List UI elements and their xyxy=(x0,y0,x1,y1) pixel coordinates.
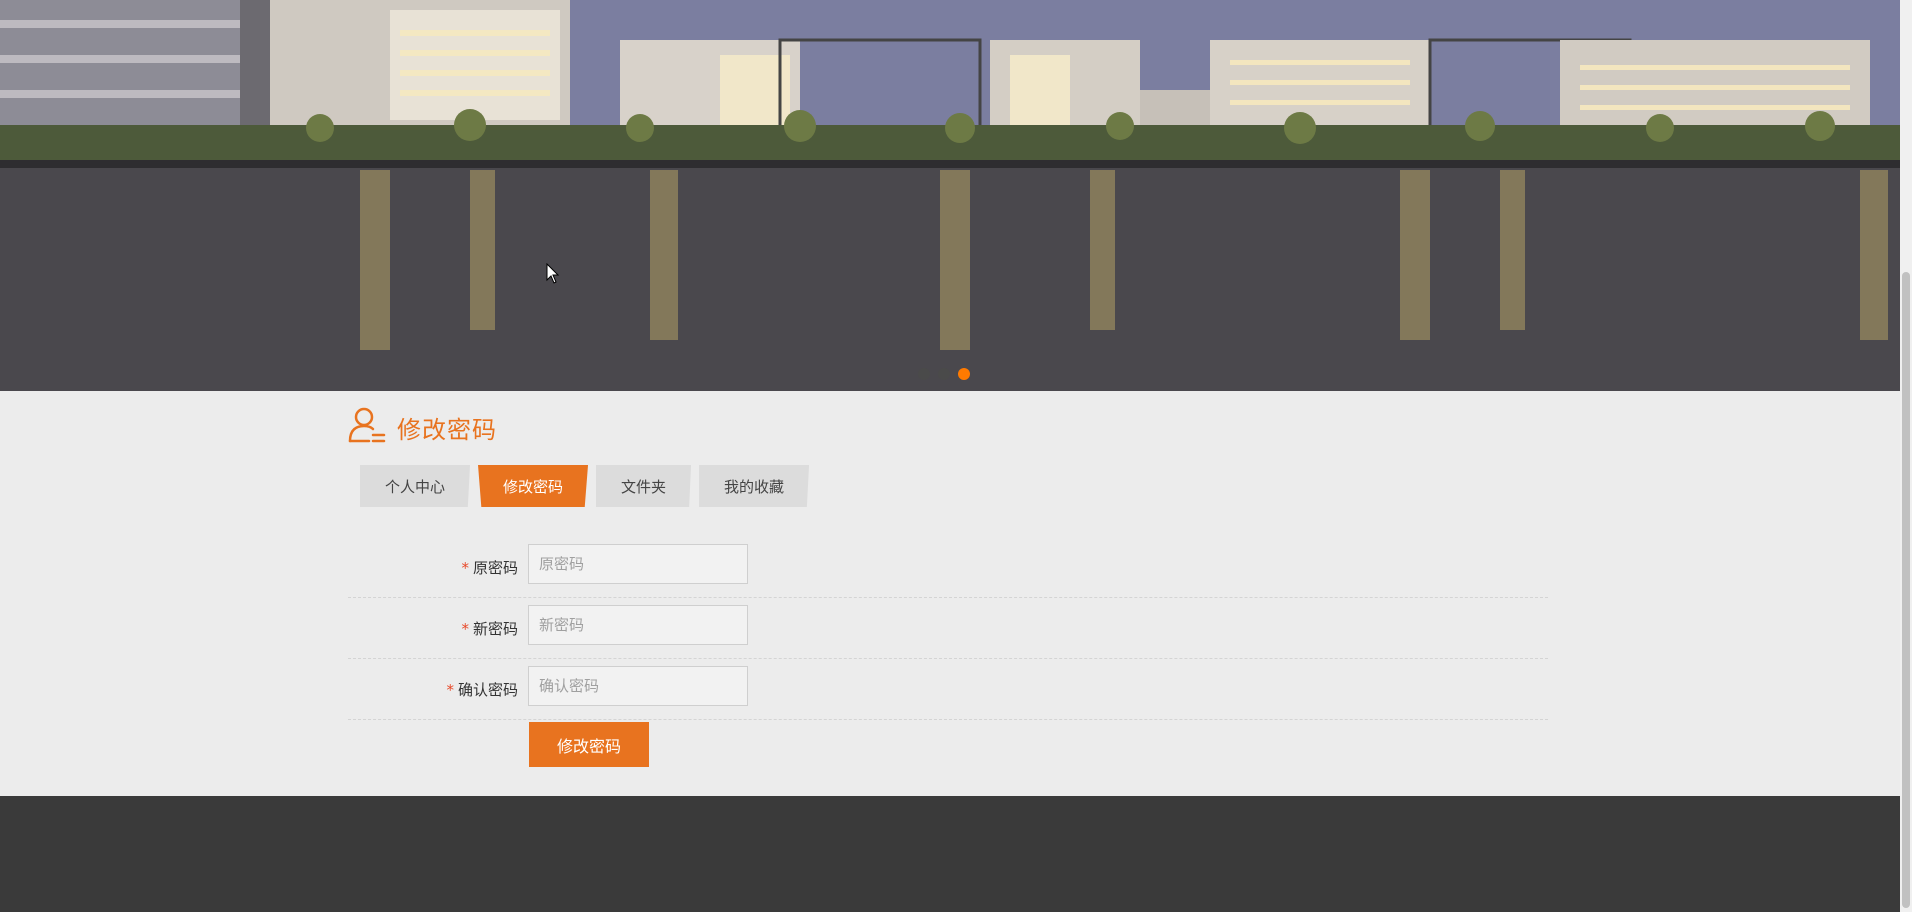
footer xyxy=(0,796,1900,912)
scrollbar-thumb[interactable] xyxy=(1902,272,1910,908)
required-mark: * xyxy=(461,620,469,638)
mouse-cursor-icon xyxy=(546,262,560,289)
form-row-confirm-password: * 确认密码 xyxy=(348,659,1548,720)
page-header: 修改密码 xyxy=(347,405,497,449)
tab-my-favorites[interactable]: 我的收藏 xyxy=(699,465,810,507)
form-row-old-password: * 原密码 xyxy=(348,537,1548,598)
change-password-submit-button[interactable]: 修改密码 xyxy=(529,722,649,767)
page-scrollbar[interactable] xyxy=(1900,0,1912,912)
carousel-dot-1[interactable] xyxy=(918,368,930,380)
old-password-label: * 原密码 xyxy=(461,559,518,577)
confirm-password-label: * 确认密码 xyxy=(446,681,518,699)
carousel-dot-2[interactable] xyxy=(938,368,950,380)
confirm-password-input[interactable] xyxy=(528,666,748,706)
new-password-label: * 新密码 xyxy=(461,620,518,638)
tab-change-password[interactable]: 修改密码 xyxy=(478,465,589,507)
required-mark: * xyxy=(461,559,469,577)
main-content: 修改密码 个人中心 修改密码 文件夹 我的收藏 * 原密码 * 新密码 * 确认密码 … xyxy=(0,391,1900,796)
new-password-input[interactable] xyxy=(528,605,748,645)
tab-bar: 个人中心 修改密码 文件夹 我的收藏 xyxy=(360,465,810,507)
carousel-dot-3[interactable] xyxy=(958,368,970,380)
carousel-dots xyxy=(918,368,970,380)
form-row-new-password: * 新密码 xyxy=(348,598,1548,659)
campus-photo xyxy=(0,0,1900,391)
page-title: 修改密码 xyxy=(397,415,497,444)
user-icon xyxy=(347,405,387,449)
required-mark: * xyxy=(446,681,454,699)
banner-carousel xyxy=(0,0,1900,391)
tab-folder[interactable]: 文件夹 xyxy=(596,465,692,507)
old-password-input[interactable] xyxy=(528,544,748,584)
tab-personal-center[interactable]: 个人中心 xyxy=(360,465,471,507)
